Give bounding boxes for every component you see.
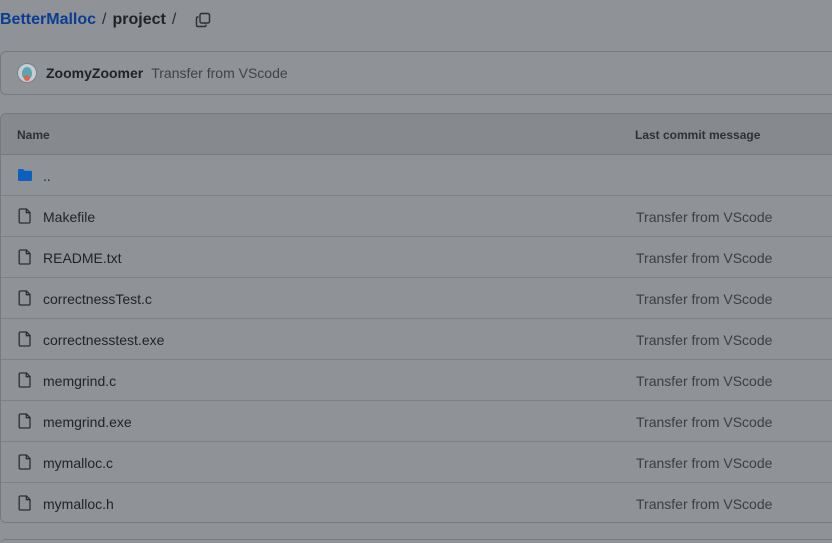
file-icon bbox=[18, 290, 31, 306]
file-name-link[interactable]: memgrind.c bbox=[43, 373, 116, 389]
file-commit-message[interactable]: Transfer from VScode bbox=[636, 414, 772, 430]
file-name-link[interactable]: README.txt bbox=[43, 250, 122, 266]
author-avatar[interactable] bbox=[17, 63, 37, 83]
latest-commit-bar: ZoomyZoomer Transfer from VScode bbox=[0, 51, 832, 95]
table-row[interactable]: correctnessTest.c Transfer from VScode bbox=[1, 278, 832, 319]
file-name-link[interactable]: memgrind.exe bbox=[43, 414, 132, 430]
table-row[interactable]: mymalloc.c Transfer from VScode bbox=[1, 442, 832, 483]
file-browser-page: BetterMalloc / project / ZoomyZoomer Tra… bbox=[0, 0, 832, 543]
file-icon bbox=[18, 454, 31, 470]
file-icon bbox=[18, 249, 31, 265]
breadcrumb-current-directory: project bbox=[112, 11, 166, 28]
file-table-header: Name Last commit message bbox=[1, 114, 832, 155]
breadcrumb: BetterMalloc / project / bbox=[0, 7, 214, 33]
table-row[interactable]: mymalloc.h Transfer from VScode bbox=[1, 483, 832, 522]
commit-message-link[interactable]: Transfer from VScode bbox=[151, 65, 287, 81]
next-panel-edge bbox=[0, 539, 832, 543]
column-header-name: Name bbox=[17, 128, 50, 142]
copy-path-button[interactable] bbox=[192, 9, 214, 31]
table-row[interactable]: README.txt Transfer from VScode bbox=[1, 237, 832, 278]
file-name-link[interactable]: .. bbox=[43, 168, 51, 184]
commit-author-link[interactable]: ZoomyZoomer bbox=[46, 65, 143, 81]
file-name-link[interactable]: correctnessTest.c bbox=[43, 291, 152, 307]
file-name-link[interactable]: mymalloc.c bbox=[43, 455, 113, 471]
file-name-link[interactable]: mymalloc.h bbox=[43, 496, 114, 512]
file-icon bbox=[18, 372, 31, 388]
file-name-link[interactable]: correctnesstest.exe bbox=[43, 332, 164, 348]
file-commit-message[interactable]: Transfer from VScode bbox=[636, 332, 772, 348]
file-name-link[interactable]: Makefile bbox=[43, 209, 95, 225]
column-header-last-commit-message: Last commit message bbox=[635, 128, 761, 142]
table-row[interactable]: memgrind.c Transfer from VScode bbox=[1, 360, 832, 401]
file-commit-message[interactable]: Transfer from VScode bbox=[636, 250, 772, 266]
file-commit-message[interactable]: Transfer from VScode bbox=[636, 455, 772, 471]
file-commit-message[interactable]: Transfer from VScode bbox=[636, 209, 772, 225]
table-row[interactable]: memgrind.exe Transfer from VScode bbox=[1, 401, 832, 442]
breadcrumb-separator: / bbox=[102, 11, 107, 28]
table-row-parent-directory[interactable]: .. bbox=[1, 155, 832, 196]
file-table: Name Last commit message .. Makefile Tra… bbox=[0, 113, 832, 523]
breadcrumb-repo-link[interactable]: BetterMalloc bbox=[0, 11, 96, 29]
file-commit-message[interactable]: Transfer from VScode bbox=[636, 373, 772, 389]
file-icon bbox=[18, 413, 31, 429]
file-icon bbox=[18, 331, 31, 347]
folder-icon bbox=[18, 169, 32, 181]
file-icon bbox=[18, 495, 31, 511]
file-commit-message[interactable]: Transfer from VScode bbox=[636, 291, 772, 307]
table-row[interactable]: Makefile Transfer from VScode bbox=[1, 196, 832, 237]
file-commit-message[interactable]: Transfer from VScode bbox=[636, 496, 772, 512]
copy-icon bbox=[196, 12, 211, 28]
breadcrumb-trailing-separator: / bbox=[171, 11, 177, 28]
file-icon bbox=[18, 208, 31, 224]
table-row[interactable]: correctnesstest.exe Transfer from VScode bbox=[1, 319, 832, 360]
